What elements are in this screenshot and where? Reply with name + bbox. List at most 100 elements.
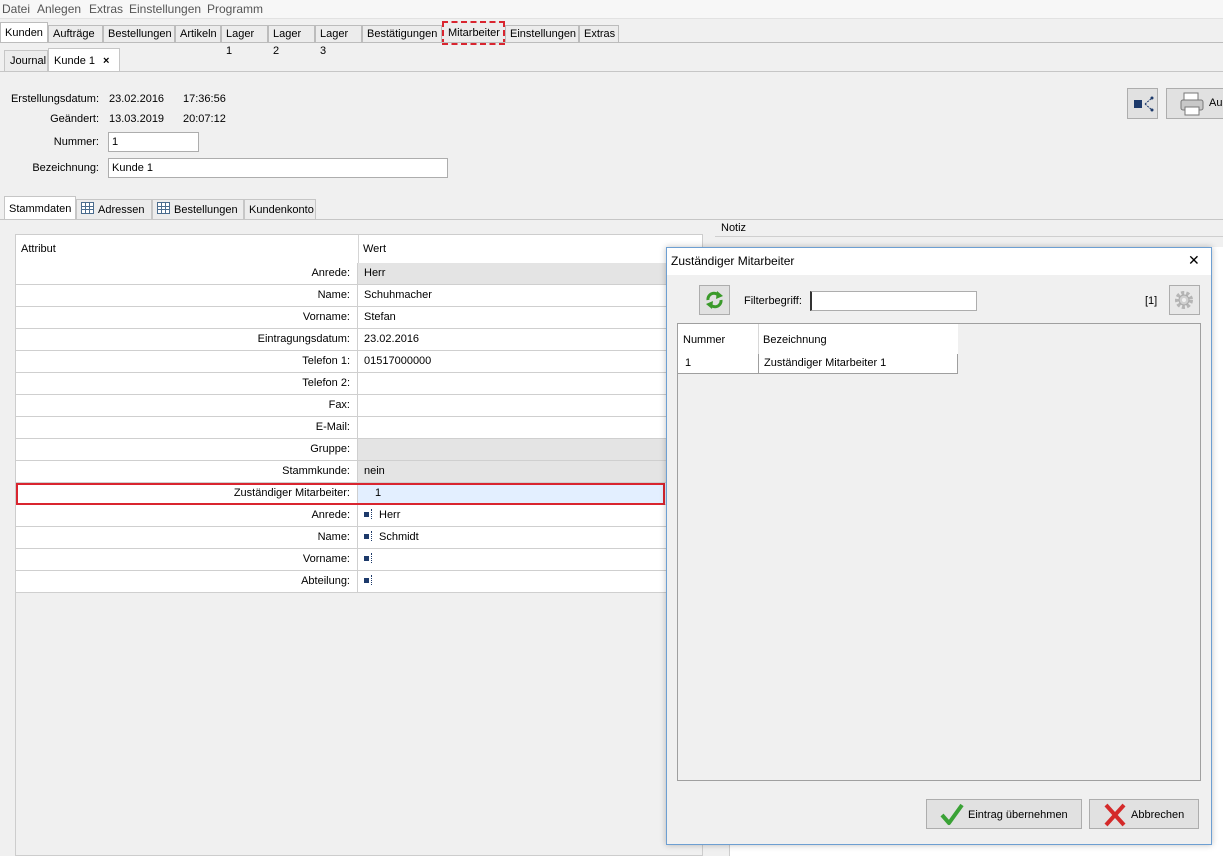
close-icon[interactable]: × xyxy=(103,49,109,73)
tab-einstellungen[interactable]: Einstellungen xyxy=(505,25,579,42)
table-row[interactable]: Telefon 2: xyxy=(16,373,702,395)
table-row[interactable]: Eintragungsdatum: 23.02.2016 xyxy=(16,329,702,351)
row-value[interactable] xyxy=(358,373,702,394)
refresh-button[interactable] xyxy=(699,285,730,315)
table-row[interactable]: Name: Schmidt xyxy=(16,527,702,549)
check-icon xyxy=(940,803,964,825)
row-value[interactable] xyxy=(358,417,702,438)
eintrag-uebernehmen-button[interactable]: Eintrag übernehmen xyxy=(926,799,1082,829)
menu-einstellungen[interactable]: Einstellungen xyxy=(129,2,201,16)
row-attr: Vorname: xyxy=(16,307,358,328)
table-row[interactable]: Abteilung: xyxy=(16,571,702,593)
ok-label: Eintrag übernehmen xyxy=(968,809,1068,821)
row-attr: Abteilung: xyxy=(16,571,358,592)
row-value-cell[interactable] xyxy=(358,549,702,570)
result-count: [1] xyxy=(1145,295,1158,307)
tab-sub-bestellungen[interactable]: Bestellungen xyxy=(152,199,244,219)
row-value[interactable] xyxy=(358,395,702,416)
menu-programm[interactable]: Programm xyxy=(207,2,263,16)
table-row[interactable]: Stammkunde: nein xyxy=(16,461,702,483)
table-row[interactable]: Gruppe: xyxy=(16,439,702,461)
tab-lager-1[interactable]: Lager 1 xyxy=(221,25,268,57)
tab-adressen-label: Adressen xyxy=(98,204,145,216)
printer-icon xyxy=(1180,92,1204,116)
row-value: Herr xyxy=(379,509,401,521)
table-row[interactable]: Fax: xyxy=(16,395,702,417)
tab-kunden[interactable]: Kunden xyxy=(0,22,48,43)
row-value[interactable] xyxy=(358,439,702,460)
doc-tab-divider xyxy=(0,71,1223,72)
table-row[interactable]: Name: Schuhmacher xyxy=(16,285,702,307)
table-header: Nummer Bezeichnung xyxy=(678,324,958,355)
employee-table: Nummer Bezeichnung 1 Zuständiger Mitarbe… xyxy=(677,323,1201,781)
tab-lager-3[interactable]: Lager 3 xyxy=(315,25,362,57)
tab-divider xyxy=(0,42,1223,43)
table-row[interactable]: Anrede: Herr xyxy=(16,505,702,527)
table-row[interactable]: Anrede: Herr xyxy=(16,263,702,285)
row-attr: Eintragungsdatum: xyxy=(16,329,358,350)
col-bezeichnung[interactable]: Bezeichnung xyxy=(763,334,827,346)
tab-artikeln[interactable]: Artikeln xyxy=(175,25,221,42)
filter-label: Filterbegriff: xyxy=(744,295,802,307)
tab-auftraege[interactable]: Aufträge xyxy=(48,25,103,42)
filter-input[interactable] xyxy=(810,291,977,311)
dialog-zustaendiger-mitarbeiter: Zuständiger Mitarbeiter ✕ Filterbegriff:… xyxy=(666,247,1212,845)
row-value-cell[interactable]: Herr xyxy=(358,505,702,526)
col-attribut[interactable]: Attribut xyxy=(21,243,56,255)
row-bezeichnung: Zuständiger Mitarbeiter 1 xyxy=(764,357,887,369)
row-value[interactable]: nein xyxy=(358,461,702,482)
menu-datei[interactable]: Datei xyxy=(2,2,30,16)
row-attr: Anrede: xyxy=(16,263,358,284)
table-row[interactable]: E-Mail: xyxy=(16,417,702,439)
nummer-field[interactable]: 1 xyxy=(108,132,199,152)
abbrechen-button[interactable]: Abbrechen xyxy=(1089,799,1199,829)
row-attr: Telefon 2: xyxy=(16,373,358,394)
tab-adressen[interactable]: Adressen xyxy=(76,199,152,219)
table-row[interactable]: Telefon 1: 01517000000 xyxy=(16,351,702,373)
row-value[interactable]: Stefan xyxy=(358,307,702,328)
tab-journal[interactable]: Journal xyxy=(4,50,48,71)
tab-extras[interactable]: Extras xyxy=(579,25,619,42)
row-value-cell[interactable] xyxy=(358,571,702,592)
print-button[interactable]: Au xyxy=(1166,88,1223,119)
menu-anlegen[interactable]: Anlegen xyxy=(37,2,81,16)
erstellung-label: Erstellungsdatum: xyxy=(10,93,99,105)
col-nummer[interactable]: Nummer xyxy=(683,334,725,346)
row-attr: Gruppe: xyxy=(16,439,358,460)
share-button[interactable] xyxy=(1127,88,1158,119)
table-icon xyxy=(81,202,94,214)
notiz-divider xyxy=(715,236,1223,237)
row-attr: Name: xyxy=(16,285,358,306)
tab-bestellungen[interactable]: Bestellungen xyxy=(103,25,175,42)
table-row[interactable]: Vorname: xyxy=(16,549,702,571)
geaendert-date: 13.03.2019 xyxy=(109,113,165,125)
tab-lager-2[interactable]: Lager 2 xyxy=(268,25,315,57)
close-icon[interactable]: ✕ xyxy=(1188,252,1200,269)
menu-bar: Datei Anlegen Extras Einstellungen Progr… xyxy=(0,0,1223,19)
col-wert[interactable]: Wert xyxy=(363,243,386,255)
row-value[interactable]: 01517000000 xyxy=(358,351,702,372)
row-value-cell[interactable]: Schmidt xyxy=(358,527,702,548)
row-value[interactable]: 23.02.2016 xyxy=(358,329,702,350)
tab-bestaetigungen[interactable]: Bestätigungen xyxy=(362,25,442,42)
tab-stammdaten[interactable]: Stammdaten xyxy=(4,196,76,220)
table-row[interactable]: Vorname: Stefan xyxy=(16,307,702,329)
row-value[interactable]: Herr xyxy=(358,263,702,284)
row-attr: Name: xyxy=(16,527,358,548)
tab-kunde-1[interactable]: Kunde 1 × xyxy=(48,48,120,72)
link-icon xyxy=(364,553,376,563)
tab-kundenkonto[interactable]: Kundenkonto xyxy=(244,199,316,219)
table-row[interactable]: 1 Zuständiger Mitarbeiter 1 xyxy=(678,354,958,374)
dialog-titlebar: Zuständiger Mitarbeiter ✕ xyxy=(667,248,1211,275)
menu-extras[interactable]: Extras xyxy=(89,2,123,16)
row-value[interactable]: Schuhmacher xyxy=(358,285,702,306)
bezeichnung-label: Bezeichnung: xyxy=(32,162,99,174)
erstellung-date: 23.02.2016 xyxy=(109,93,165,105)
notiz-label: Notiz xyxy=(721,222,747,234)
settings-button[interactable] xyxy=(1169,285,1200,315)
row-attr: E-Mail: xyxy=(16,417,358,438)
gear-icon xyxy=(1175,291,1193,309)
bezeichnung-field[interactable]: Kunde 1 xyxy=(108,158,448,178)
row-attr: Fax: xyxy=(16,395,358,416)
link-icon xyxy=(364,509,376,519)
